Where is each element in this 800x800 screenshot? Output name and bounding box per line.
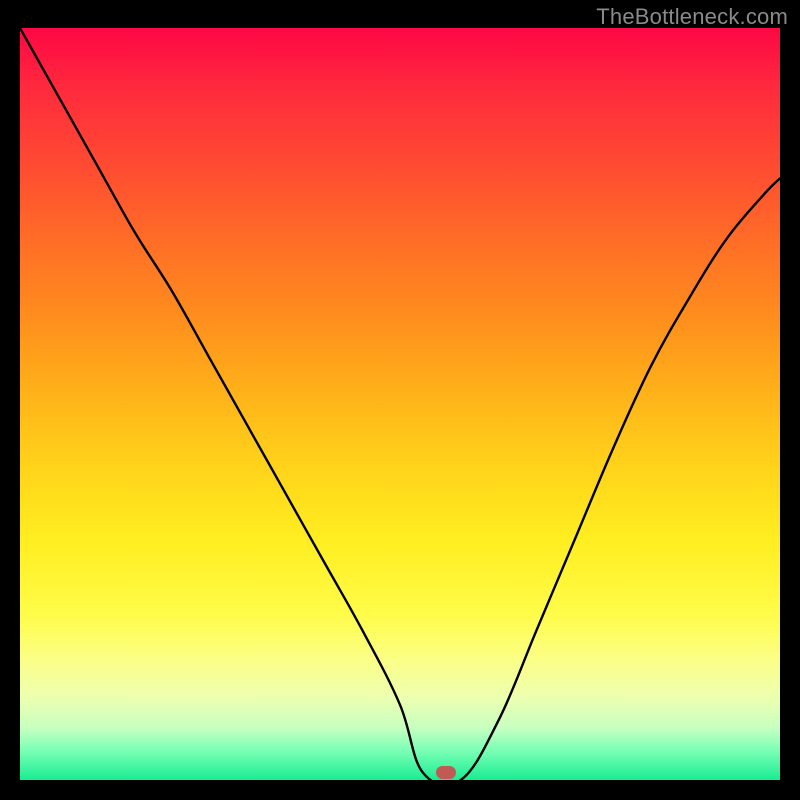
chart-frame: TheBottleneck.com [0,0,800,800]
optimum-marker [436,766,456,779]
watermark-text: TheBottleneck.com [596,4,788,30]
plot-area [20,28,780,780]
curve-svg [20,28,780,780]
chart-curve [20,28,780,780]
